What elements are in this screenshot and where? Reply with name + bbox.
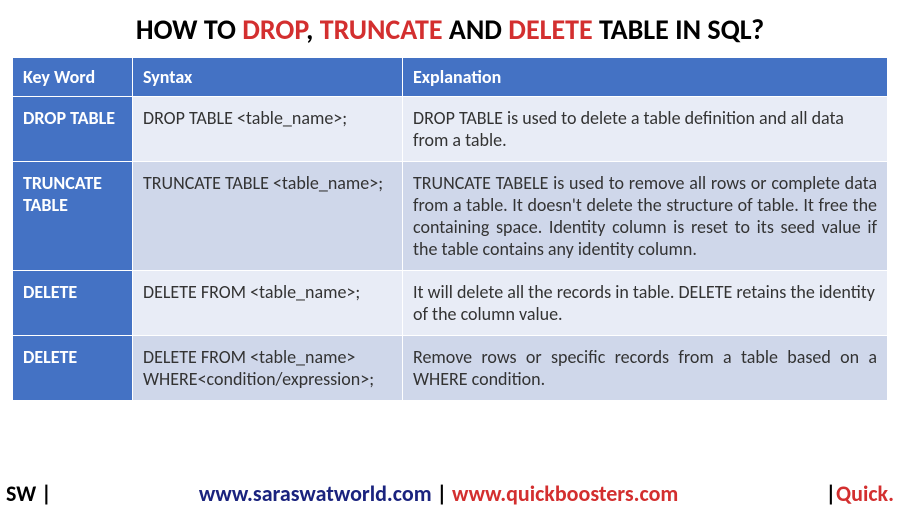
sql-table: Key Word Syntax Explanation DROP TABLE D…	[12, 57, 888, 401]
title-drop: DROP	[242, 12, 306, 47]
footer: SW | www.saraswatworld.com | www.quickbo…	[0, 480, 900, 507]
cell-keyword: DELETE	[13, 336, 133, 401]
footer-right: |Quick.	[826, 480, 894, 507]
title-delete: DELETE	[508, 12, 592, 47]
table-row: DELETE DELETE FROM <table_name>; It will…	[13, 271, 888, 336]
cell-explanation: DROP TABLE is used to delete a table def…	[403, 97, 888, 162]
header-explanation: Explanation	[403, 58, 888, 97]
title-and: AND	[443, 12, 509, 47]
footer-center: www.saraswatworld.com | www.quickbooster…	[199, 480, 678, 507]
cell-syntax: TRUNCATE TABLE <table_name>;	[133, 162, 403, 271]
footer-sep: |	[432, 480, 452, 507]
table-container: Key Word Syntax Explanation DROP TABLE D…	[0, 57, 900, 401]
header-keyword: Key Word	[13, 58, 133, 97]
cell-explanation: TRUNCATE TABELE is used to remove all ro…	[403, 162, 888, 271]
title-tail: TABLE IN SQL?	[593, 12, 764, 47]
cell-syntax: DROP TABLE <table_name>;	[133, 97, 403, 162]
header-syntax: Syntax	[133, 58, 403, 97]
footer-bar: |	[826, 480, 836, 507]
table-row: DROP TABLE DROP TABLE <table_name>; DROP…	[13, 97, 888, 162]
title-comma: ,	[306, 12, 320, 47]
table-header-row: Key Word Syntax Explanation	[13, 58, 888, 97]
table-row: DELETE DELETE FROM <table_name> WHERE<co…	[13, 336, 888, 401]
footer-left: SW |	[6, 480, 52, 507]
page-title: HOW TO DROP, TRUNCATE AND DELETE TABLE I…	[0, 0, 900, 57]
title-truncate: TRUNCATE	[320, 12, 443, 47]
cell-keyword: TRUNCATE TABLE	[13, 162, 133, 271]
footer-site2: www.quickboosters.com	[452, 480, 678, 507]
cell-explanation: It will delete all the records in table.…	[403, 271, 888, 336]
cell-keyword: DELETE	[13, 271, 133, 336]
cell-syntax: DELETE FROM <table_name>;	[133, 271, 403, 336]
cell-explanation: Remove rows or specific records from a t…	[403, 336, 888, 401]
footer-site1: www.saraswatworld.com	[199, 480, 432, 507]
table-row: TRUNCATE TABLE TRUNCATE TABLE <table_nam…	[13, 162, 888, 271]
title-text: HOW TO	[136, 12, 242, 47]
cell-syntax: DELETE FROM <table_name> WHERE<condition…	[133, 336, 403, 401]
cell-keyword: DROP TABLE	[13, 97, 133, 162]
footer-quick: Quick.	[836, 480, 894, 507]
